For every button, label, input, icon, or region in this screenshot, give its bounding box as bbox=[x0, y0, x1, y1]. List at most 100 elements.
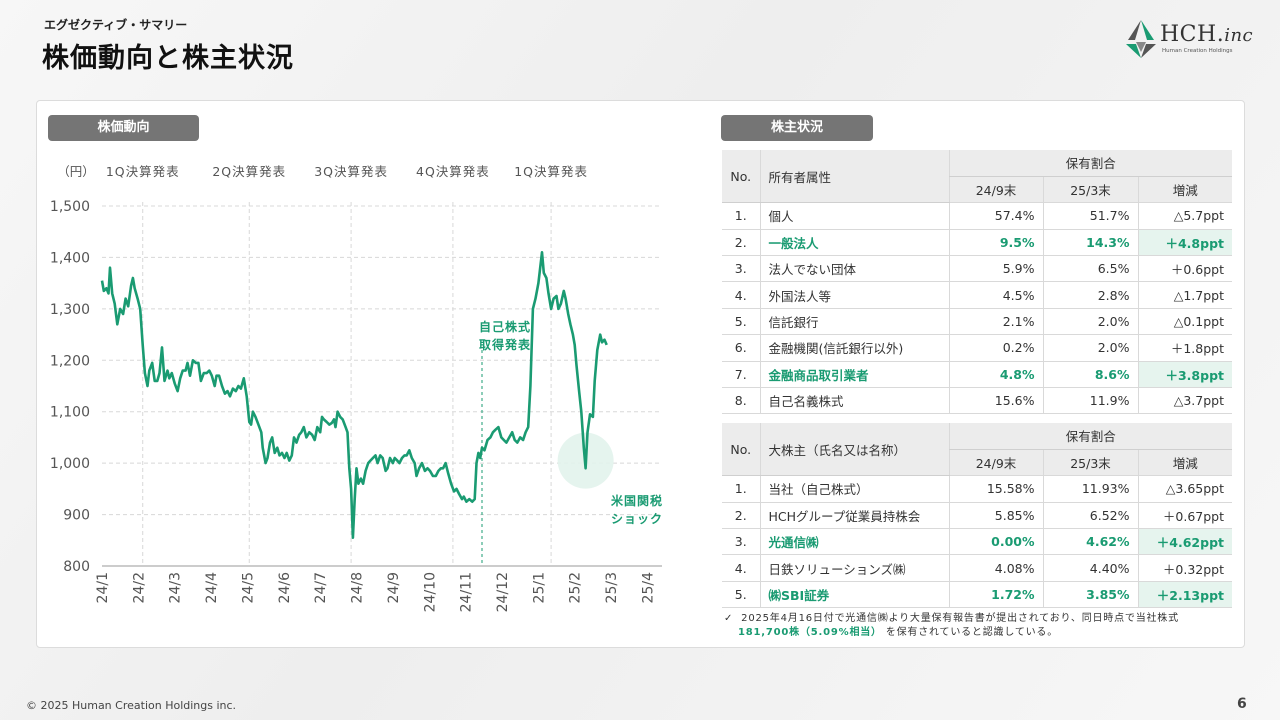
col-24-9: 24/9末 bbox=[948, 449, 1043, 477]
y-tick-label: 1,400 bbox=[50, 250, 90, 266]
cell-d: ＋0.32ppt bbox=[1137, 554, 1232, 582]
major-shareholders-table: No. 大株主（氏名又は名称） 保有割合 24/9末 25/3末 増減 1. 当社… bbox=[722, 423, 1232, 609]
y-tick-label: 1,500 bbox=[50, 199, 90, 215]
cell-name: 日鉄ソリューションズ㈱ bbox=[759, 554, 949, 582]
cell-name: 一般法人 bbox=[759, 229, 949, 257]
cell-d: ＋0.67ppt bbox=[1137, 502, 1232, 530]
cell-name: 金融商品取引業者 bbox=[759, 361, 949, 389]
cell-name: 個人 bbox=[759, 202, 949, 230]
cell-b: 6.52% bbox=[1042, 502, 1138, 530]
y-tick-label: 900 bbox=[63, 508, 90, 524]
table-row: 1. 個人 57.4% 51.7% △5.7ppt bbox=[722, 202, 1232, 230]
table-row: 5. 信託銀行 2.1% 2.0% △0.1ppt bbox=[722, 308, 1232, 336]
logo-inc-text: inc bbox=[1224, 25, 1254, 46]
cell-a: 0.2% bbox=[948, 334, 1043, 362]
cell-no: 6. bbox=[722, 334, 760, 362]
col-owner: 所有者属性 bbox=[759, 150, 949, 204]
cell-no: 5. bbox=[722, 308, 760, 336]
x-tick-label: 24/2 bbox=[131, 572, 147, 603]
event-label: 1Q決算発表 bbox=[514, 164, 588, 179]
cell-d: △3.7ppt bbox=[1137, 387, 1232, 415]
cell-b: 51.7% bbox=[1042, 202, 1138, 230]
x-tick-label: 24/9 bbox=[386, 572, 402, 603]
table-row: 2. HCHグループ従業員持株会 5.85% 6.52% ＋0.67ppt bbox=[722, 502, 1232, 530]
table-header-row: No. 所有者属性 保有割合 bbox=[722, 150, 1232, 204]
tariff-line-2: ショック bbox=[610, 512, 663, 526]
event-label: 2Q決算発表 bbox=[212, 164, 286, 179]
y-tick-label: 1,300 bbox=[50, 302, 90, 318]
x-tick-label: 25/2 bbox=[568, 572, 584, 603]
cell-b: 4.40% bbox=[1042, 554, 1138, 582]
cell-d: ＋4.8ppt bbox=[1137, 229, 1232, 257]
x-tick-label: 25/4 bbox=[640, 572, 656, 604]
cell-a: 5.85% bbox=[948, 502, 1043, 530]
cell-d: △1.7ppt bbox=[1137, 281, 1232, 309]
cell-name: 光通信㈱ bbox=[759, 528, 949, 556]
tariff-line-1: 米国関税 bbox=[610, 494, 663, 508]
cell-no: 1. bbox=[722, 202, 760, 230]
stock-trend-label: 株価動向 bbox=[48, 115, 199, 141]
x-tick-label: 24/5 bbox=[240, 572, 256, 603]
x-tick-label: 24/10 bbox=[422, 572, 438, 612]
stock-price-line bbox=[100, 251, 608, 539]
cell-d: ＋1.8ppt bbox=[1137, 334, 1232, 362]
footnote: ✓ 2025年4月16日付で光通信㈱より大量保有報告書が提出されており、同日時点… bbox=[724, 612, 1234, 640]
buyback-line-1: 自己株式 bbox=[478, 320, 531, 334]
cell-no: 3. bbox=[722, 255, 760, 283]
col-24-9: 24/9末 bbox=[948, 176, 1043, 204]
hch-leaf-logo-icon bbox=[1126, 20, 1156, 58]
cell-d: ＋0.6ppt bbox=[1137, 255, 1232, 283]
company-logo: HCH.inc Human Creation Holdings bbox=[1122, 18, 1262, 64]
x-tick-label: 24/3 bbox=[168, 572, 184, 603]
cell-a: 1.72% bbox=[948, 581, 1043, 609]
cell-name: 金融機関(信託銀行以外) bbox=[759, 334, 949, 362]
page-subtitle: エグゼクティブ・サマリー bbox=[44, 18, 188, 32]
cell-a: 15.6% bbox=[948, 387, 1043, 415]
table-row: 6. 金融機関(信託銀行以外) 0.2% 2.0% ＋1.8ppt bbox=[722, 334, 1232, 362]
event-label: 1Q決算発表 bbox=[106, 164, 180, 179]
cell-b: 14.3% bbox=[1042, 229, 1138, 257]
note-line-2: を保有されていると認識している。 bbox=[885, 627, 1059, 638]
cell-name: 法人でない団体 bbox=[759, 255, 949, 283]
col-no: No. bbox=[722, 150, 760, 204]
logo-subtext: Human Creation Holdings bbox=[1162, 48, 1233, 54]
col-diff: 増減 bbox=[1137, 176, 1232, 204]
y-tick-label: 1,200 bbox=[50, 353, 90, 369]
y-tick-label: 1,000 bbox=[50, 456, 90, 472]
stock-price-chart: 800 900 1,000 1,100 1,200 1,300 1,400 1,500 1Q決算… bbox=[50, 164, 662, 612]
buyback-line-2: 取得発表 bbox=[478, 338, 531, 352]
x-tick-label: 24/1 bbox=[95, 572, 111, 603]
y-axis-unit: （円） bbox=[57, 164, 95, 179]
y-tick-label: 1,100 bbox=[50, 405, 90, 421]
note-line-1: 2025年4月16日付で光通信㈱より大量保有報告書が提出されており、同日時点で当… bbox=[741, 613, 1179, 624]
cell-no: 5. bbox=[722, 581, 760, 609]
check-icon: ✓ bbox=[724, 613, 734, 624]
col-owner: 大株主（氏名又は名称） bbox=[759, 423, 949, 477]
table-row: 1. 当社（自己株式） 15.58% 11.93% △3.65ppt bbox=[722, 475, 1232, 503]
cell-name: 外国法人等 bbox=[759, 281, 949, 309]
table-row: 3. 光通信㈱ 0.00% 4.62% ＋4.62ppt bbox=[722, 528, 1232, 556]
table-row: 7. 金融商品取引業者 4.8% 8.6% ＋3.8ppt bbox=[722, 361, 1232, 389]
cell-no: 8. bbox=[722, 387, 760, 415]
page-number: 6 bbox=[1237, 696, 1247, 712]
logo-text: HCH.inc bbox=[1160, 22, 1253, 47]
page-title: 株価動向と株主状況 bbox=[42, 43, 294, 74]
cell-b: 11.9% bbox=[1042, 387, 1138, 415]
cell-name: ㈱SBI証券 bbox=[759, 581, 949, 609]
x-tick-label: 24/12 bbox=[495, 572, 511, 612]
cell-a: 57.4% bbox=[948, 202, 1043, 230]
cell-b: 2.8% bbox=[1042, 281, 1138, 309]
cell-no: 3. bbox=[722, 528, 760, 556]
note-highlight: 181,700株（5.09%相当） bbox=[738, 627, 882, 638]
x-tick-label: 24/4 bbox=[204, 572, 220, 604]
cell-a: 5.9% bbox=[948, 255, 1043, 283]
shareholder-composition-table: No. 所有者属性 保有割合 24/9末 25/3末 増減 1. 個人 57.4% 5… bbox=[722, 150, 1232, 415]
table-row: 4. 日鉄ソリューションズ㈱ 4.08% 4.40% ＋0.32ppt bbox=[722, 554, 1232, 582]
buyback-annotation: 自己株式 取得発表 bbox=[470, 318, 540, 354]
copyright: © 2025 Human Creation Holdings inc. bbox=[26, 699, 237, 712]
logo-main-text: HCH. bbox=[1160, 22, 1225, 47]
x-tick-label: 25/3 bbox=[604, 572, 620, 603]
table-header-row: No. 大株主（氏名又は名称） 保有割合 bbox=[722, 423, 1232, 477]
cell-a: 2.1% bbox=[948, 308, 1043, 336]
table-row: 4. 外国法人等 4.5% 2.8% △1.7ppt bbox=[722, 281, 1232, 309]
